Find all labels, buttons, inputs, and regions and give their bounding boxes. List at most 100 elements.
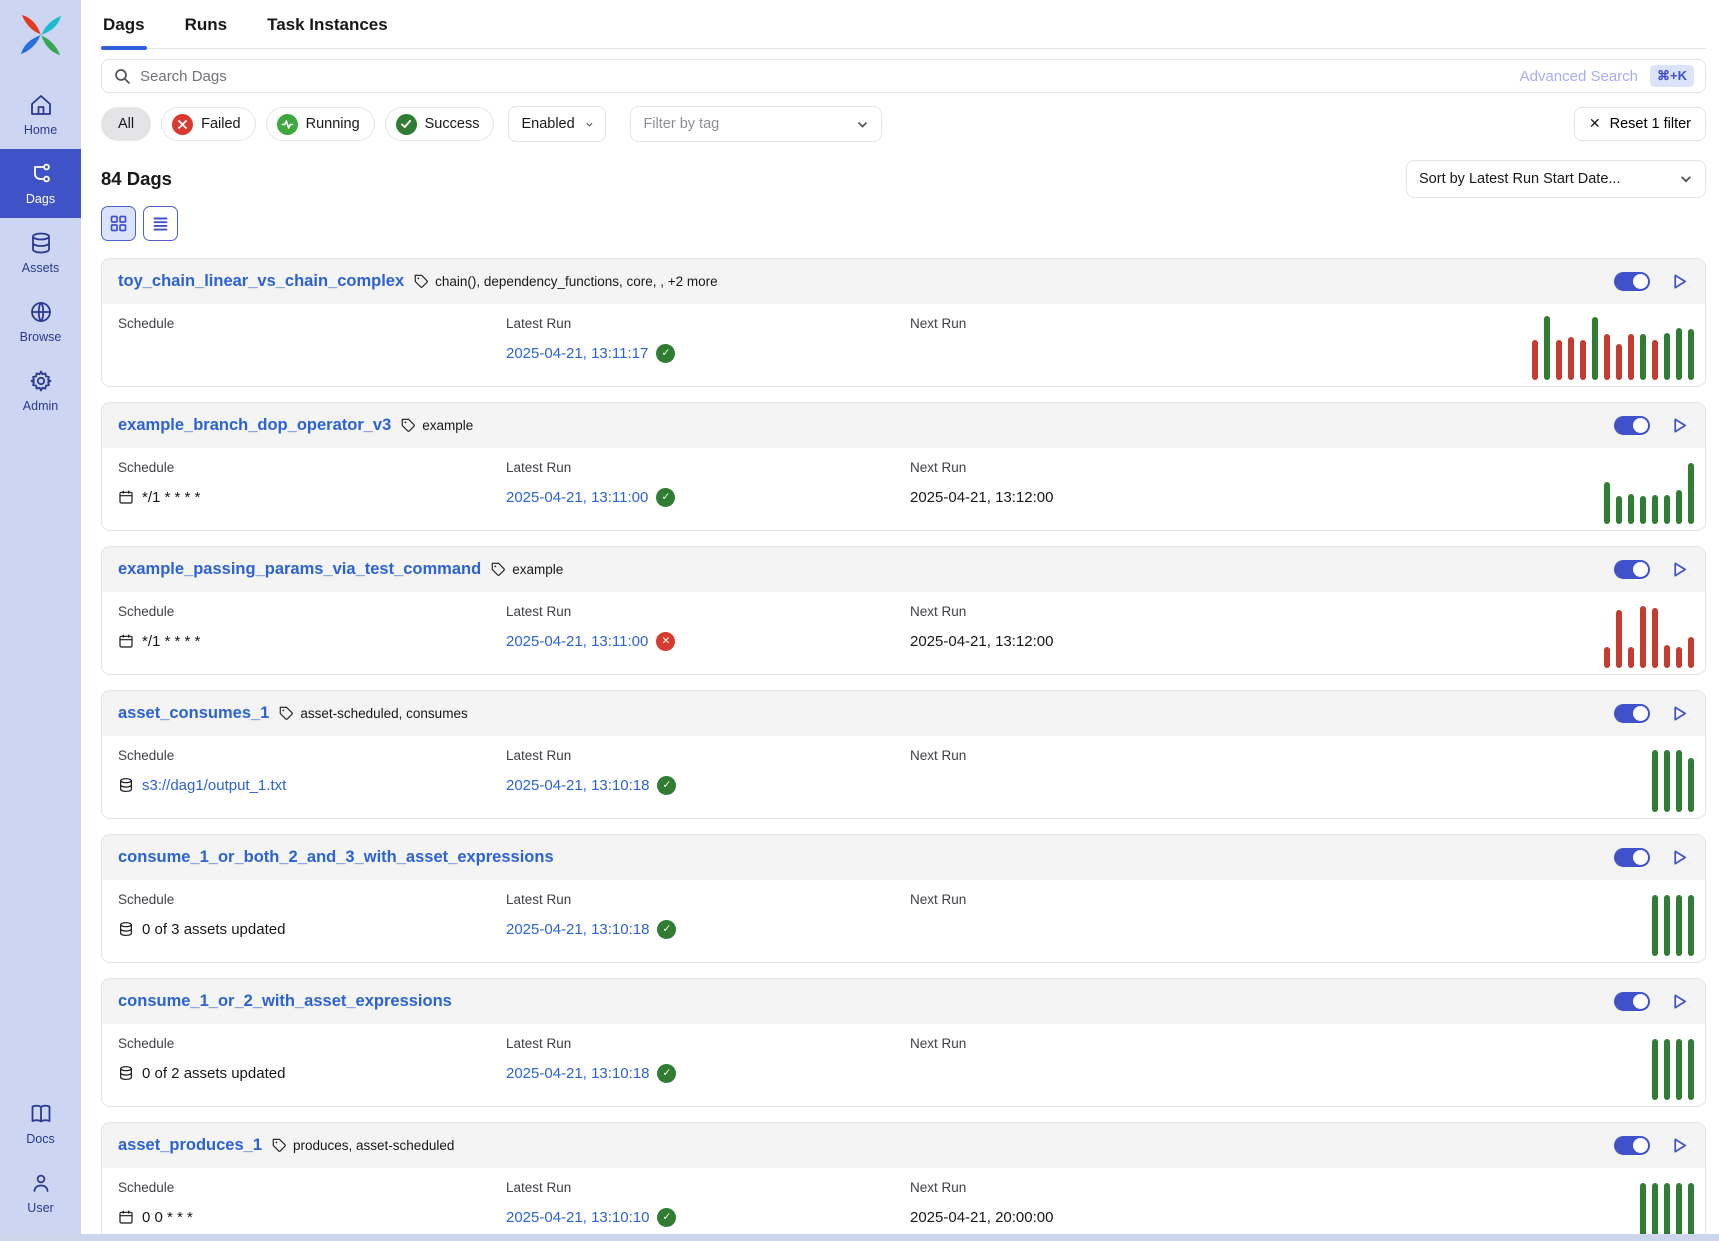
- run-bar[interactable]: [1664, 895, 1670, 956]
- run-bar[interactable]: [1640, 1183, 1646, 1241]
- sidebar-item-browse[interactable]: Browse: [0, 287, 81, 356]
- latest-run-time-link[interactable]: 2025-04-21, 13:11:00: [506, 633, 648, 650]
- tab-task-instances[interactable]: Task Instances: [265, 15, 390, 48]
- run-bar[interactable]: [1688, 637, 1694, 668]
- trigger-dag-button[interactable]: [1670, 416, 1689, 435]
- search-input[interactable]: [101, 59, 1706, 93]
- filter-failed-chip[interactable]: Failed: [161, 107, 256, 141]
- sidebar-item-home[interactable]: Home: [0, 80, 81, 149]
- trigger-dag-button[interactable]: [1670, 848, 1689, 867]
- run-bar[interactable]: [1676, 895, 1682, 956]
- run-bar[interactable]: [1676, 750, 1682, 812]
- dag-name-link[interactable]: asset_consumes_1: [118, 704, 269, 723]
- card-view-button[interactable]: [101, 206, 136, 241]
- run-bar[interactable]: [1604, 482, 1610, 524]
- dag-name-link[interactable]: example_branch_dop_operator_v3: [118, 416, 391, 435]
- dag-name-link[interactable]: consume_1_or_both_2_and_3_with_asset_exp…: [118, 848, 554, 867]
- run-bar[interactable]: [1640, 496, 1646, 524]
- sidebar-item-assets[interactable]: Assets: [0, 218, 81, 287]
- run-bar[interactable]: [1532, 340, 1538, 380]
- latest-run-time-link[interactable]: 2025-04-21, 13:10:10: [506, 1209, 649, 1226]
- list-view-button[interactable]: [143, 206, 178, 241]
- run-bar[interactable]: [1676, 490, 1682, 524]
- run-bar[interactable]: [1652, 608, 1658, 668]
- latest-run-time-link[interactable]: 2025-04-21, 13:11:00: [506, 489, 648, 506]
- airflow-logo-icon[interactable]: [18, 12, 64, 58]
- sidebar-item-docs[interactable]: Docs: [0, 1089, 81, 1158]
- run-bar[interactable]: [1556, 340, 1562, 380]
- run-bar[interactable]: [1616, 344, 1622, 380]
- dag-pause-toggle[interactable]: [1614, 848, 1650, 867]
- sidebar-item-dags[interactable]: Dags: [0, 149, 81, 218]
- filter-all-chip[interactable]: All: [101, 107, 151, 141]
- tag-filter-select[interactable]: Filter by tag: [630, 106, 882, 142]
- run-bar[interactable]: [1688, 758, 1694, 812]
- tab-dags[interactable]: Dags: [101, 15, 147, 48]
- trigger-dag-button[interactable]: [1670, 704, 1689, 723]
- run-bar[interactable]: [1604, 647, 1610, 668]
- run-bar[interactable]: [1568, 337, 1574, 380]
- tab-runs[interactable]: Runs: [183, 15, 230, 48]
- run-bar[interactable]: [1664, 1039, 1670, 1100]
- run-bar[interactable]: [1628, 494, 1634, 524]
- run-bar[interactable]: [1676, 1039, 1682, 1100]
- latest-run-time-link[interactable]: 2025-04-21, 13:10:18: [506, 921, 649, 938]
- run-bar[interactable]: [1604, 334, 1610, 380]
- run-bar[interactable]: [1652, 495, 1658, 524]
- sidebar-item-user[interactable]: User: [0, 1158, 81, 1227]
- dag-name-link[interactable]: consume_1_or_2_with_asset_expressions: [118, 992, 452, 1011]
- run-bar[interactable]: [1652, 1183, 1658, 1241]
- run-bar[interactable]: [1676, 328, 1682, 380]
- run-bar[interactable]: [1664, 495, 1670, 524]
- run-bar[interactable]: [1640, 334, 1646, 380]
- trigger-dag-button[interactable]: [1670, 272, 1689, 291]
- run-bar[interactable]: [1688, 463, 1694, 524]
- run-bar[interactable]: [1664, 645, 1670, 668]
- dag-pause-toggle[interactable]: [1614, 416, 1650, 435]
- run-bar[interactable]: [1676, 1183, 1682, 1241]
- dag-name-link[interactable]: asset_produces_1: [118, 1136, 262, 1155]
- run-bar[interactable]: [1664, 333, 1670, 380]
- run-bar[interactable]: [1664, 750, 1670, 812]
- filter-success-chip[interactable]: Success: [385, 107, 495, 141]
- dag-pause-toggle[interactable]: [1614, 992, 1650, 1011]
- run-bar[interactable]: [1652, 1039, 1658, 1100]
- run-bar[interactable]: [1688, 1039, 1694, 1100]
- run-bar[interactable]: [1616, 610, 1622, 668]
- viewport-bottom-strip: [0, 1234, 1719, 1241]
- run-bar[interactable]: [1652, 340, 1658, 380]
- dag-pause-toggle[interactable]: [1614, 560, 1650, 579]
- run-bar[interactable]: [1688, 329, 1694, 380]
- run-bar[interactable]: [1652, 750, 1658, 812]
- filter-running-chip[interactable]: Running: [266, 107, 375, 141]
- trigger-dag-button[interactable]: [1670, 1136, 1689, 1155]
- run-bar[interactable]: [1592, 317, 1598, 380]
- advanced-search-link[interactable]: Advanced Search: [1520, 68, 1638, 85]
- run-bar[interactable]: [1640, 606, 1646, 668]
- run-bar[interactable]: [1688, 1183, 1694, 1241]
- run-bar[interactable]: [1688, 895, 1694, 956]
- latest-run-time-link[interactable]: 2025-04-21, 13:10:18: [506, 1065, 649, 1082]
- run-bar[interactable]: [1664, 1183, 1670, 1241]
- latest-run-time-link[interactable]: 2025-04-21, 13:10:18: [506, 777, 649, 794]
- enabled-filter-select[interactable]: Enabled: [508, 106, 606, 142]
- trigger-dag-button[interactable]: [1670, 560, 1689, 579]
- run-bar[interactable]: [1628, 647, 1634, 668]
- trigger-dag-button[interactable]: [1670, 992, 1689, 1011]
- dag-name-link[interactable]: toy_chain_linear_vs_chain_complex: [118, 272, 404, 291]
- dag-pause-toggle[interactable]: [1614, 272, 1650, 291]
- reset-filter-button[interactable]: ✕ Reset 1 filter: [1574, 107, 1706, 141]
- run-bar[interactable]: [1676, 647, 1682, 668]
- run-bar[interactable]: [1652, 895, 1658, 956]
- dag-pause-toggle[interactable]: [1614, 1136, 1650, 1155]
- dag-card-header: asset_consumes_1 asset-scheduled, consum…: [102, 691, 1705, 736]
- sort-select[interactable]: Sort by Latest Run Start Date...: [1406, 160, 1706, 198]
- run-bar[interactable]: [1544, 316, 1550, 380]
- latest-run-time-link[interactable]: 2025-04-21, 13:11:17: [506, 345, 648, 362]
- sidebar-item-admin[interactable]: Admin: [0, 356, 81, 425]
- run-bar[interactable]: [1616, 496, 1622, 524]
- dag-pause-toggle[interactable]: [1614, 704, 1650, 723]
- run-bar[interactable]: [1580, 340, 1586, 380]
- run-bar[interactable]: [1628, 334, 1634, 380]
- dag-name-link[interactable]: example_passing_params_via_test_command: [118, 560, 481, 579]
